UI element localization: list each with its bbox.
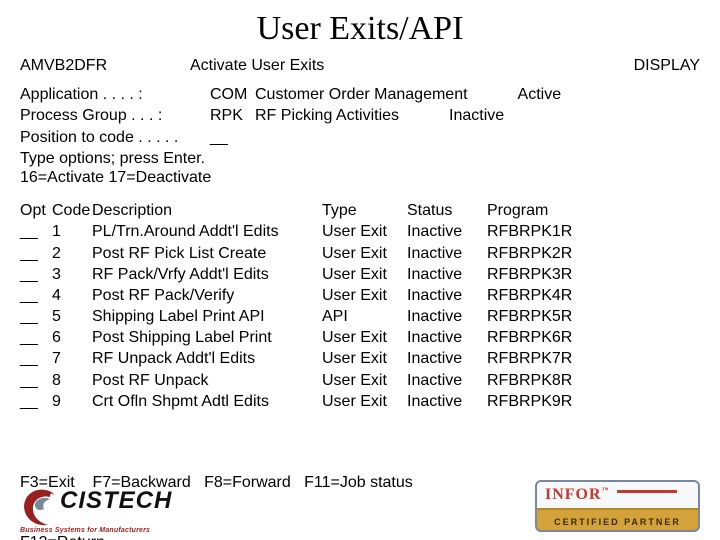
code-cell: 3 bbox=[52, 265, 92, 284]
screen-title: Activate User Exits bbox=[190, 56, 324, 75]
position-to-input[interactable]: __ bbox=[210, 128, 228, 147]
program-cell: RFBRPK4R bbox=[487, 286, 597, 305]
program-cell: RFBRPK8R bbox=[487, 371, 597, 390]
opt-input[interactable]: __ bbox=[20, 244, 52, 263]
program-cell: RFBRPK2R bbox=[487, 244, 597, 263]
position-to-label: Position to code . . . . . bbox=[20, 128, 210, 147]
processgroup-desc: RF Picking Activities bbox=[255, 106, 399, 125]
instructions-line1: Type options; press Enter. bbox=[20, 149, 700, 168]
processgroup-code: RPK bbox=[210, 106, 255, 125]
col-opt: Opt bbox=[20, 201, 52, 220]
status-cell: Inactive bbox=[407, 371, 487, 390]
application-code: COM bbox=[210, 85, 255, 104]
status-cell: Inactive bbox=[407, 328, 487, 347]
opt-input[interactable]: __ bbox=[20, 286, 52, 305]
code-cell: 7 bbox=[52, 349, 92, 368]
instructions-line2: 16=Activate 17=Deactivate bbox=[20, 168, 700, 187]
type-cell: User Exit bbox=[322, 349, 407, 368]
application-desc: Customer Order Management bbox=[255, 85, 468, 104]
opt-input[interactable]: __ bbox=[20, 328, 52, 347]
status-cell: Inactive bbox=[407, 265, 487, 284]
opt-input[interactable]: __ bbox=[20, 392, 52, 411]
code-cell: 8 bbox=[52, 371, 92, 390]
code-cell: 6 bbox=[52, 328, 92, 347]
col-type: Type bbox=[322, 201, 407, 220]
infor-partner-badge: INFOR™ CERTIFIED PARTNER bbox=[535, 480, 700, 532]
col-program: Program bbox=[487, 201, 597, 220]
code-cell: 9 bbox=[52, 392, 92, 411]
type-cell: User Exit bbox=[322, 286, 407, 305]
screen-mode: DISPLAY bbox=[634, 56, 700, 75]
code-cell: 4 bbox=[52, 286, 92, 305]
desc-cell: Post RF Unpack bbox=[92, 371, 322, 390]
cistech-logo: CISTECH Business Systems for Manufacture… bbox=[20, 487, 190, 532]
type-cell: User Exit bbox=[322, 392, 407, 411]
status-cell: Inactive bbox=[407, 349, 487, 368]
cistech-wordmark: CISTECH bbox=[60, 487, 172, 515]
opt-input[interactable]: __ bbox=[20, 371, 52, 390]
page-title: User Exits/API bbox=[20, 10, 700, 48]
type-cell: User Exit bbox=[322, 328, 407, 347]
status-cell: Inactive bbox=[407, 286, 487, 305]
code-cell: 5 bbox=[52, 307, 92, 326]
application-label: Application . . . . : bbox=[20, 85, 210, 104]
program-cell: RFBRPK1R bbox=[487, 222, 597, 241]
opt-input[interactable]: __ bbox=[20, 349, 52, 368]
program-cell: RFBRPK5R bbox=[487, 307, 597, 326]
desc-cell: Crt Ofln Shpmt Adtl Edits bbox=[92, 392, 322, 411]
terminal-screen: AMVB2DFR Activate User Exits DISPLAY App… bbox=[20, 56, 700, 540]
program-id: AMVB2DFR bbox=[20, 56, 190, 75]
program-cell: RFBRPK6R bbox=[487, 328, 597, 347]
code-cell: 1 bbox=[52, 222, 92, 241]
desc-cell: Post Shipping Label Print bbox=[92, 328, 322, 347]
program-cell: RFBRPK9R bbox=[487, 392, 597, 411]
desc-cell: RF Unpack Addt'l Edits bbox=[92, 349, 322, 368]
cistech-c-icon bbox=[20, 487, 62, 527]
fkeys-line2: F12=Return bbox=[20, 533, 700, 540]
col-desc: Description bbox=[92, 201, 322, 220]
status-cell: Inactive bbox=[407, 222, 487, 241]
application-status: Active bbox=[518, 85, 598, 104]
processgroup-label: Process Group . . . : bbox=[20, 106, 210, 125]
desc-cell: Post RF Pack/Verify bbox=[92, 286, 322, 305]
col-status: Status bbox=[407, 201, 487, 220]
type-cell: User Exit bbox=[322, 265, 407, 284]
opt-input[interactable]: __ bbox=[20, 265, 52, 284]
col-code: Code bbox=[52, 201, 92, 220]
opt-input[interactable]: __ bbox=[20, 222, 52, 241]
infor-brand: INFOR™ bbox=[545, 486, 610, 504]
type-cell: User Exit bbox=[322, 371, 407, 390]
type-cell: User Exit bbox=[322, 244, 407, 263]
desc-cell: Post RF Pick List Create bbox=[92, 244, 322, 263]
cistech-tagline: Business Systems for Manufacturers bbox=[20, 527, 150, 534]
opt-input[interactable]: __ bbox=[20, 307, 52, 326]
desc-cell: PL/Trn.Around Addt'l Edits bbox=[92, 222, 322, 241]
type-cell: API bbox=[322, 307, 407, 326]
processgroup-status: Inactive bbox=[449, 106, 529, 125]
desc-cell: RF Pack/Vrfy Addt'l Edits bbox=[92, 265, 322, 284]
code-cell: 2 bbox=[52, 244, 92, 263]
program-cell: RFBRPK7R bbox=[487, 349, 597, 368]
program-cell: RFBRPK3R bbox=[487, 265, 597, 284]
status-cell: Inactive bbox=[407, 392, 487, 411]
status-cell: Inactive bbox=[407, 307, 487, 326]
type-cell: User Exit bbox=[322, 222, 407, 241]
status-cell: Inactive bbox=[407, 244, 487, 263]
infor-certified-text: CERTIFIED PARTNER bbox=[537, 517, 698, 527]
desc-cell: Shipping Label Print API bbox=[92, 307, 322, 326]
